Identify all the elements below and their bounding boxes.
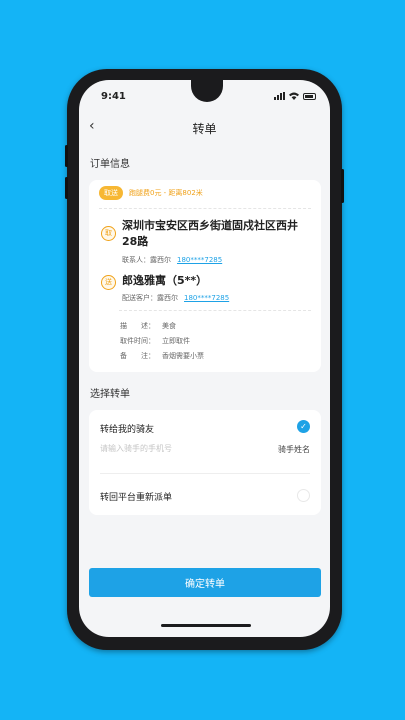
volume-button (65, 145, 68, 167)
page-title: 转单 (192, 122, 217, 136)
status-icons (274, 92, 316, 100)
distance-row: 取送 跑腿费0元 - 距离802米 (99, 186, 203, 200)
confirm-transfer-button[interactable]: 确定转单 (89, 568, 321, 597)
delivery-contact: 配送客户：露西尔 180****7285 (122, 293, 229, 303)
transfer-section-title: 选择转单 (90, 389, 130, 400)
notch (191, 80, 223, 102)
option-friend-label[interactable]: 转给我的骑友 (100, 422, 154, 435)
detail-remark: 备 注： 香烟需要小票 (120, 352, 204, 360)
transfer-card: 转给我的骑友 ✓ 骑手姓名 转回平台重新派单 (89, 410, 321, 515)
rider-name: 骑手姓名 (278, 445, 310, 454)
status-time: 9:41 (101, 91, 126, 102)
wifi-icon (289, 92, 299, 100)
order-section-title: 订单信息 (90, 159, 130, 170)
radio-icon[interactable] (297, 489, 310, 502)
pickup-badge-icon: 取 (101, 226, 116, 241)
delivery-phone-link[interactable]: 180****7285 (184, 294, 229, 302)
power-button (341, 169, 344, 203)
option-platform-label[interactable]: 转回平台重新派单 (100, 490, 172, 503)
app-screen: 9:41 ‹ 转单 订单信息 取送 跑腿费0元 - 距离802米 取 深圳市宝安… (79, 80, 330, 637)
divider (99, 208, 311, 209)
distance-text: 跑腿费0元 - 距离802米 (129, 189, 203, 197)
pickup-phone-link[interactable]: 180****7285 (177, 256, 222, 264)
detail-description: 描 述： 美食 (120, 322, 176, 330)
divider (119, 310, 311, 311)
order-card: 取送 跑腿费0元 - 距离802米 取 深圳市宝安区西乡街道固戍社区西井28路 … (89, 180, 321, 372)
nav-bar: ‹ 转单 (79, 116, 330, 138)
pickup-contact-label: 联系人：露西尔 (122, 256, 171, 264)
pickup-address: 深圳市宝安区西乡街道固戍社区西井28路 (122, 219, 298, 248)
delivery-badge-icon: 送 (101, 275, 116, 290)
detail-pickup-time: 取件时间： 立即取件 (120, 337, 190, 345)
delivery-address: 郎逸雅寓（5**） (122, 274, 208, 287)
home-indicator (161, 624, 251, 627)
delivery-contact-label: 配送客户：露西尔 (122, 294, 178, 302)
battery-icon (303, 92, 316, 100)
check-icon[interactable]: ✓ (297, 420, 310, 433)
volume-button (65, 177, 68, 199)
divider (100, 473, 310, 474)
signal-icon (274, 92, 285, 100)
pickup-contact: 联系人：露西尔 180****7285 (122, 255, 222, 265)
pickup-tag: 取送 (99, 186, 123, 200)
rider-phone-input[interactable] (100, 444, 250, 453)
